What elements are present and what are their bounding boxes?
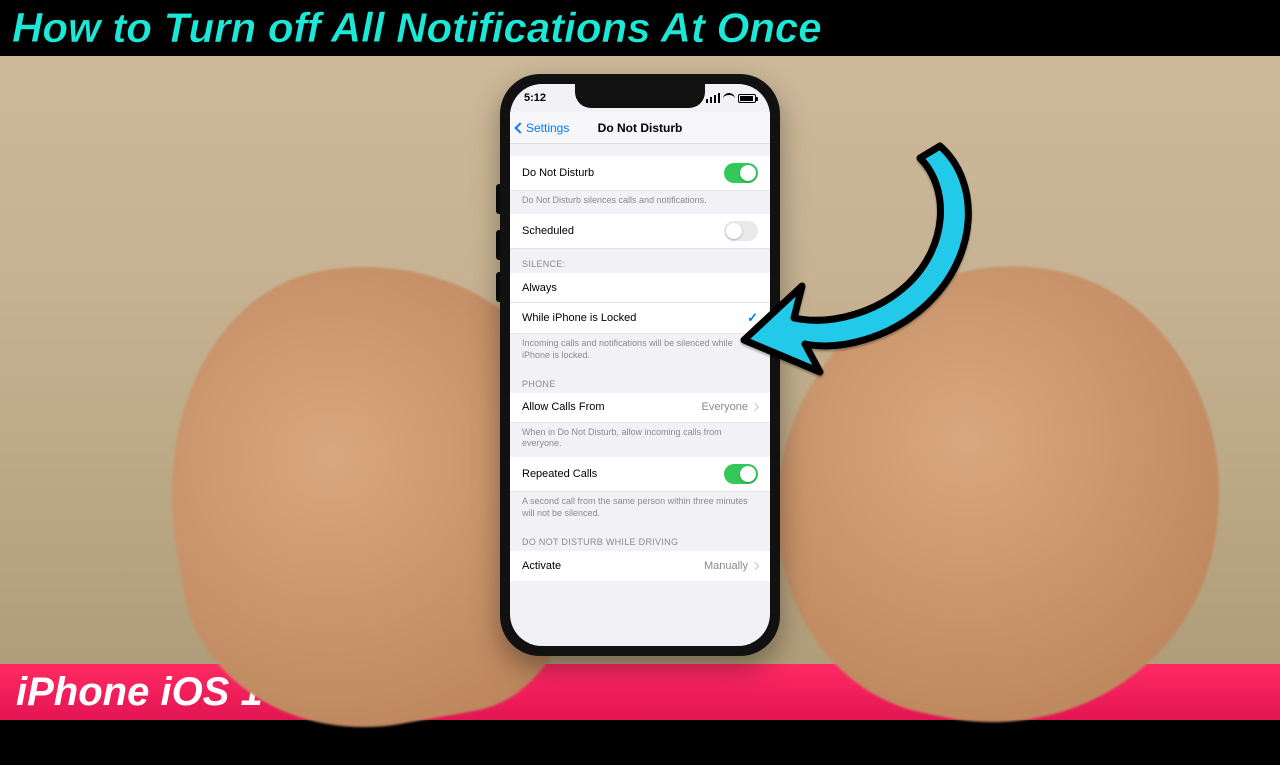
row-label: Do Not Disturb [522, 167, 594, 179]
toggle-scheduled[interactable] [724, 221, 758, 241]
row-label: Allow Calls From [522, 401, 605, 413]
notch [575, 84, 705, 108]
row-label: Activate [522, 560, 561, 572]
row-silence-always[interactable]: Always [510, 273, 770, 303]
row-label: While iPhone is Locked [522, 312, 636, 324]
iphone-screen: 5:12 Settings Do Not Disturb Do Not Dist… [510, 84, 770, 646]
row-value: Manually [704, 560, 748, 572]
row-label: Scheduled [522, 225, 574, 237]
thumbnail-photo: 5:12 Settings Do Not Disturb Do Not Dist… [0, 56, 1280, 664]
row-value: Everyone [702, 401, 748, 413]
row-label: Repeated Calls [522, 468, 597, 480]
allow-footer: When in Do Not Disturb, allow incoming c… [510, 423, 770, 458]
row-activate[interactable]: Activate Manually [510, 551, 770, 581]
battery-icon [738, 94, 756, 103]
back-button[interactable]: Settings [516, 121, 569, 135]
dnd-footer: Do Not Disturb silences calls and notifi… [510, 191, 770, 214]
checkmark-icon: ✓ [747, 310, 758, 326]
driving-header: DO NOT DISTURB WHILE DRIVING [510, 527, 770, 551]
row-label: Always [522, 282, 557, 294]
repeated-footer: A second call from the same person withi… [510, 492, 770, 527]
silence-footer: Incoming calls and notifications will be… [510, 334, 770, 369]
phone-header: PHONE [510, 369, 770, 393]
status-time: 5:12 [524, 92, 546, 104]
iphone-frame: 5:12 Settings Do Not Disturb Do Not Dist… [500, 74, 780, 656]
toggle-do-not-disturb[interactable] [724, 163, 758, 183]
nav-bar: Settings Do Not Disturb [510, 112, 770, 144]
video-title-banner: How to Turn off All Notifications At Onc… [0, 0, 1280, 56]
silence-header: SILENCE: [510, 249, 770, 273]
chevron-right-icon [751, 562, 759, 570]
toggle-repeated-calls[interactable] [724, 464, 758, 484]
row-scheduled[interactable]: Scheduled [510, 214, 770, 249]
row-silence-locked[interactable]: While iPhone is Locked ✓ [510, 303, 770, 334]
chevron-right-icon [751, 403, 759, 411]
chevron-left-icon [514, 122, 525, 133]
page-title: Do Not Disturb [598, 121, 683, 135]
cellular-icon [706, 93, 720, 103]
back-label: Settings [526, 121, 569, 135]
wifi-icon [723, 93, 735, 103]
row-do-not-disturb[interactable]: Do Not Disturb [510, 156, 770, 191]
row-allow-calls[interactable]: Allow Calls From Everyone [510, 393, 770, 423]
row-repeated-calls[interactable]: Repeated Calls [510, 457, 770, 492]
settings-list: Do Not Disturb Do Not Disturb silences c… [510, 144, 770, 581]
